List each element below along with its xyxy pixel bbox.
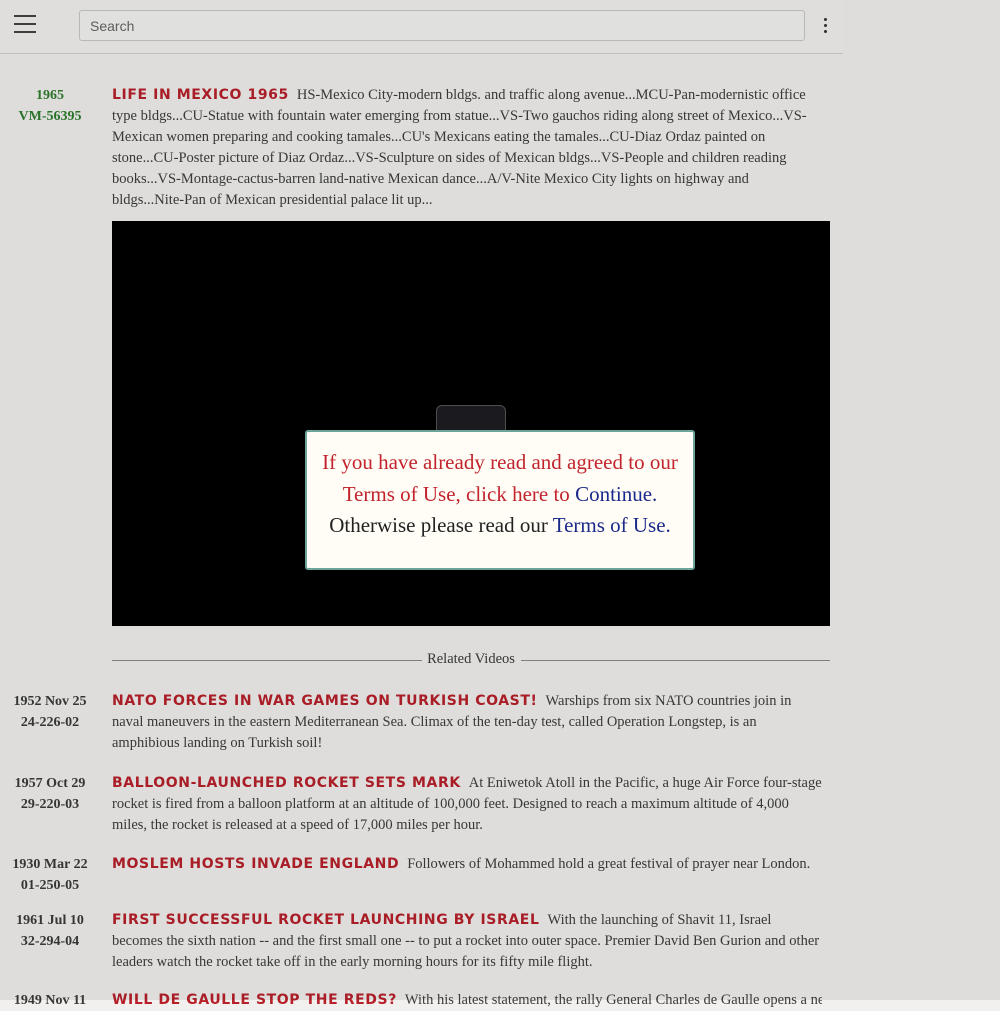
terms-of-use-link[interactable]: Terms of Use. bbox=[553, 513, 671, 537]
related-date: 1949 Nov 11 bbox=[13, 993, 87, 1008]
entry-year: 1965 bbox=[36, 88, 64, 103]
related-title[interactable]: FIRST SUCCESSFUL ROCKET LAUNCHING BY ISR… bbox=[112, 912, 539, 928]
search-input[interactable] bbox=[79, 10, 805, 41]
related-title[interactable]: BALLOON-LAUNCHED ROCKET SETS MARK bbox=[112, 775, 461, 791]
terms-modal: If you have already read and agreed to o… bbox=[305, 430, 695, 570]
related-label: Related Videos bbox=[427, 651, 515, 667]
related-title[interactable]: MOSLEM HOSTS INVADE ENGLAND bbox=[112, 856, 399, 872]
related-description: With his latest statement, the rally Gen… bbox=[404, 992, 822, 1008]
modal-line-2: Terms of Use, click here to bbox=[342, 481, 570, 506]
related-title[interactable]: NATO FORCES IN WAR GAMES ON TURKISH COAS… bbox=[112, 693, 538, 709]
related-date: 1957 Oct 29 bbox=[14, 776, 86, 791]
related-date: 1930 Mar 22 bbox=[12, 857, 88, 872]
top-bar bbox=[0, 0, 843, 54]
modal-line-1: If you have already read and agreed to o… bbox=[322, 450, 678, 474]
related-date: 1952 Nov 25 bbox=[13, 694, 87, 709]
modal-line-3: Otherwise please read our bbox=[329, 513, 548, 537]
related-description: Followers of Mohammed hold a great festi… bbox=[407, 856, 811, 872]
related-id: 32-294-04 bbox=[20, 934, 80, 949]
related-id: 24-226-02 bbox=[20, 715, 80, 730]
related-id: 01-250-05 bbox=[20, 878, 80, 893]
related-id: 29-220-03 bbox=[20, 797, 80, 812]
menu-icon[interactable] bbox=[14, 15, 36, 35]
entry-body: LIFE IN MEXICO 1965 HS-Mexico City-modern… bbox=[112, 85, 822, 211]
continue-link[interactable]: Continue. bbox=[575, 482, 657, 506]
related-title[interactable]: WILL DE GAULLE STOP THE REDS? bbox=[112, 992, 397, 1008]
more-options-icon[interactable] bbox=[820, 18, 830, 36]
entry-meta: 1965 VM-56395 bbox=[0, 85, 100, 127]
entry-id: VM-56395 bbox=[18, 109, 82, 124]
related-date: 1961 Jul 10 bbox=[16, 913, 84, 928]
related-divider: Related Videos bbox=[112, 651, 830, 671]
entry-title[interactable]: LIFE IN MEXICO 1965 bbox=[112, 87, 289, 103]
entry-description: HS-Mexico City-modern bldgs. and traffic… bbox=[112, 87, 807, 208]
